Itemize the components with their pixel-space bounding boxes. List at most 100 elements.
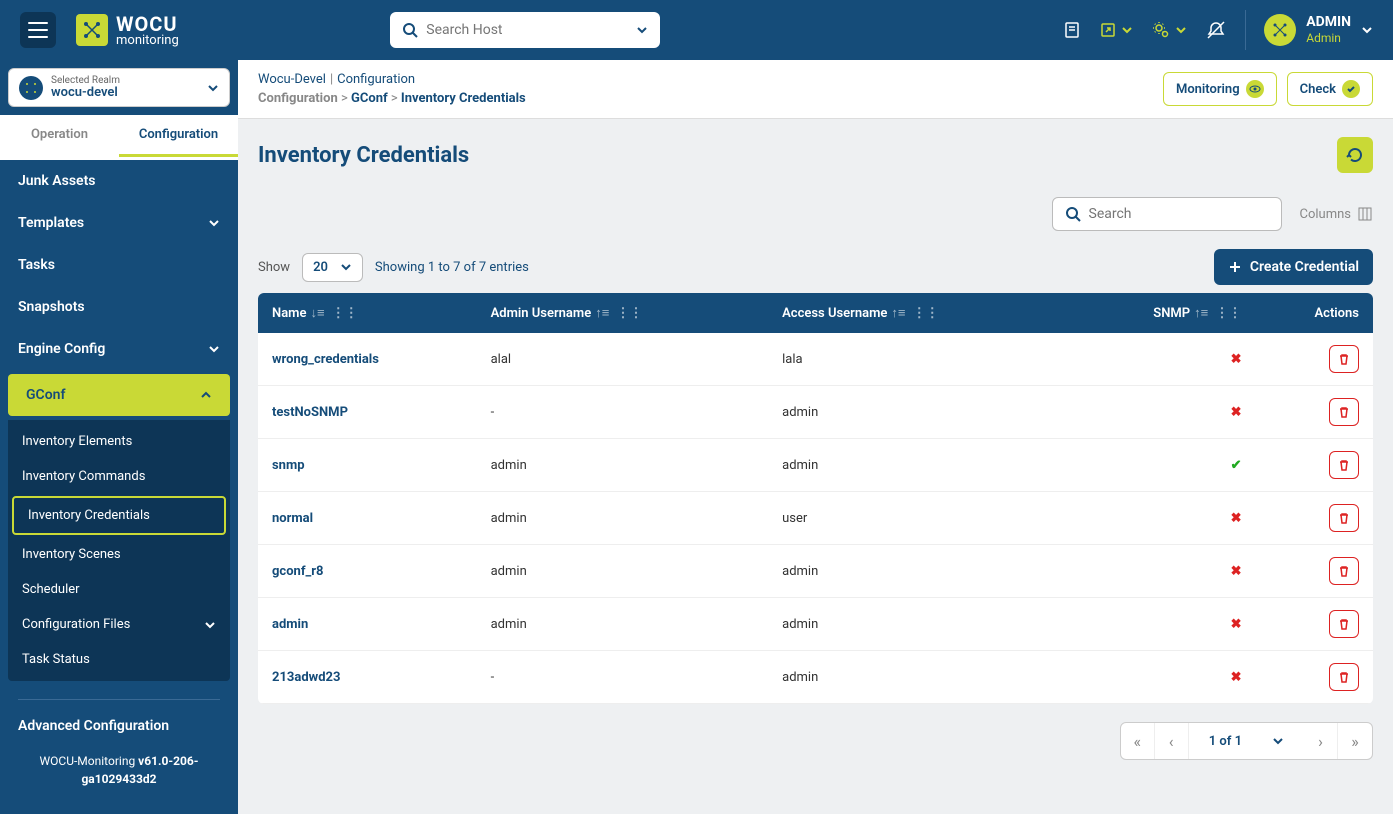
cell-snmp: ✖	[1067, 492, 1255, 545]
user-menu[interactable]: ADMIN Admin	[1264, 14, 1373, 46]
cell-admin: admin	[477, 545, 769, 598]
cell-name[interactable]: wrong_credentials	[258, 333, 477, 386]
mute-icon[interactable]	[1205, 19, 1227, 41]
table-row: 213adwd23 - admin ✖	[258, 651, 1373, 704]
page-prev[interactable]: ‹	[1155, 723, 1189, 759]
sub-inv-scenes[interactable]: Inventory Scenes	[8, 537, 230, 572]
col-admin[interactable]: Admin Username↑≡ ⋮⋮	[477, 293, 769, 333]
cell-snmp: ✔	[1067, 439, 1255, 492]
cell-admin: admin	[477, 598, 769, 651]
trash-icon	[1337, 564, 1351, 578]
cell-snmp: ✖	[1067, 651, 1255, 704]
nav-junk-assets[interactable]: Junk Assets	[0, 160, 238, 202]
cell-access: admin	[768, 439, 1067, 492]
nav-advanced[interactable]: Advanced Configuration	[0, 700, 238, 752]
cell-name[interactable]: normal	[258, 492, 477, 545]
page-next[interactable]: ›	[1304, 723, 1338, 759]
table-search-input[interactable]	[1089, 206, 1269, 222]
search-host-input[interactable]	[426, 22, 628, 38]
showing-text: Showing 1 to 7 of 7 entries	[375, 260, 529, 275]
table-row: snmp admin admin ✔	[258, 439, 1373, 492]
search-host[interactable]	[390, 12, 660, 48]
realm-value: wocu-devel	[51, 86, 199, 100]
chevron-down-icon[interactable]	[1272, 735, 1284, 747]
check-button[interactable]: Check	[1287, 72, 1373, 106]
delete-button[interactable]	[1329, 557, 1359, 585]
table-row: gconf_r8 admin admin ✖	[258, 545, 1373, 598]
delete-button[interactable]	[1329, 610, 1359, 638]
cell-admin: alal	[477, 333, 769, 386]
chevron-down-icon[interactable]	[636, 24, 648, 36]
cell-name[interactable]: 213adwd23	[258, 651, 477, 704]
version: WOCU-Monitoring v61.0-206-ga1029433d2	[0, 752, 238, 806]
main: Wocu-Devel|Configuration Configuration >…	[238, 60, 1393, 814]
nav-engine-config[interactable]: Engine Config	[0, 328, 238, 370]
create-credential-button[interactable]: Create Credential	[1214, 249, 1373, 285]
cell-name[interactable]: admin	[258, 598, 477, 651]
sub-task-status[interactable]: Task Status	[8, 642, 230, 677]
cell-admin: -	[477, 651, 769, 704]
header: WOCU monitoring ADMIN Admin	[0, 0, 1393, 60]
nav-tasks[interactable]: Tasks	[0, 244, 238, 286]
sub-scheduler[interactable]: Scheduler	[8, 572, 230, 607]
chevron-down-icon	[204, 619, 216, 631]
col-actions: Actions	[1255, 293, 1373, 333]
sidebar-tabs: Operation Configuration	[0, 115, 238, 160]
trash-icon	[1337, 511, 1351, 525]
table-row: admin admin admin ✖	[258, 598, 1373, 651]
delete-button[interactable]	[1329, 451, 1359, 479]
nav-snapshots[interactable]: Snapshots	[0, 286, 238, 328]
refresh-button[interactable]	[1337, 137, 1373, 173]
delete-button[interactable]	[1329, 398, 1359, 426]
cell-name[interactable]: snmp	[258, 439, 477, 492]
trash-icon	[1337, 458, 1351, 472]
page-last[interactable]: »	[1338, 723, 1372, 759]
cell-access: user	[768, 492, 1067, 545]
sub-inv-credentials[interactable]: Inventory Credentials	[12, 496, 226, 535]
menu-toggle[interactable]	[20, 12, 56, 48]
col-name[interactable]: Name↓≡ ⋮⋮	[258, 293, 477, 333]
tab-operation[interactable]: Operation	[0, 115, 119, 157]
table-search[interactable]	[1052, 197, 1282, 231]
monitoring-button[interactable]: Monitoring	[1163, 72, 1277, 106]
pager: « ‹ 1 of 1 › »	[258, 722, 1373, 760]
realm-selector[interactable]: Selected Realm wocu-devel	[8, 68, 230, 107]
cell-admin: -	[477, 386, 769, 439]
docs-icon[interactable]	[1063, 21, 1081, 39]
cell-access: admin	[768, 545, 1067, 598]
nav-templates[interactable]: Templates	[0, 202, 238, 244]
trash-icon	[1337, 352, 1351, 366]
external-icon[interactable]	[1099, 21, 1133, 39]
columns-button[interactable]: Columns	[1300, 206, 1374, 222]
delete-button[interactable]	[1329, 663, 1359, 691]
tab-configuration[interactable]: Configuration	[119, 115, 238, 157]
col-access[interactable]: Access Username↑≡ ⋮⋮	[768, 293, 1067, 333]
logo-icon	[76, 14, 108, 46]
realm-icon	[19, 76, 43, 100]
cell-access: admin	[768, 651, 1067, 704]
trash-icon	[1337, 670, 1351, 684]
divider	[1245, 10, 1246, 50]
cell-name[interactable]: testNoSNMP	[258, 386, 477, 439]
sub-inv-commands[interactable]: Inventory Commands	[8, 459, 230, 494]
delete-button[interactable]	[1329, 345, 1359, 373]
header-icons: ADMIN Admin	[1063, 10, 1373, 50]
show-select[interactable]: 20	[302, 253, 363, 282]
search-icon	[402, 22, 418, 38]
page-first[interactable]: «	[1121, 723, 1155, 759]
gconf-submenu: Inventory Elements Inventory Commands In…	[8, 420, 230, 681]
cell-name[interactable]: gconf_r8	[258, 545, 477, 598]
gear-icon[interactable]	[1151, 20, 1187, 40]
cell-snmp: ✖	[1067, 545, 1255, 598]
sub-conf-files[interactable]: Configuration Files	[8, 607, 230, 642]
cell-access: lala	[768, 333, 1067, 386]
nav-gconf[interactable]: GConf	[8, 374, 230, 416]
col-snmp[interactable]: SNMP↑≡ ⋮⋮	[1067, 293, 1255, 333]
chevron-up-icon	[200, 389, 212, 401]
delete-button[interactable]	[1329, 504, 1359, 532]
chevron-down-icon	[208, 343, 220, 355]
chevron-down-icon	[1361, 24, 1373, 36]
chevron-down-icon	[340, 261, 352, 273]
sub-inv-elements[interactable]: Inventory Elements	[8, 424, 230, 459]
breadcrumb-top: Wocu-Devel|Configuration	[258, 72, 526, 87]
